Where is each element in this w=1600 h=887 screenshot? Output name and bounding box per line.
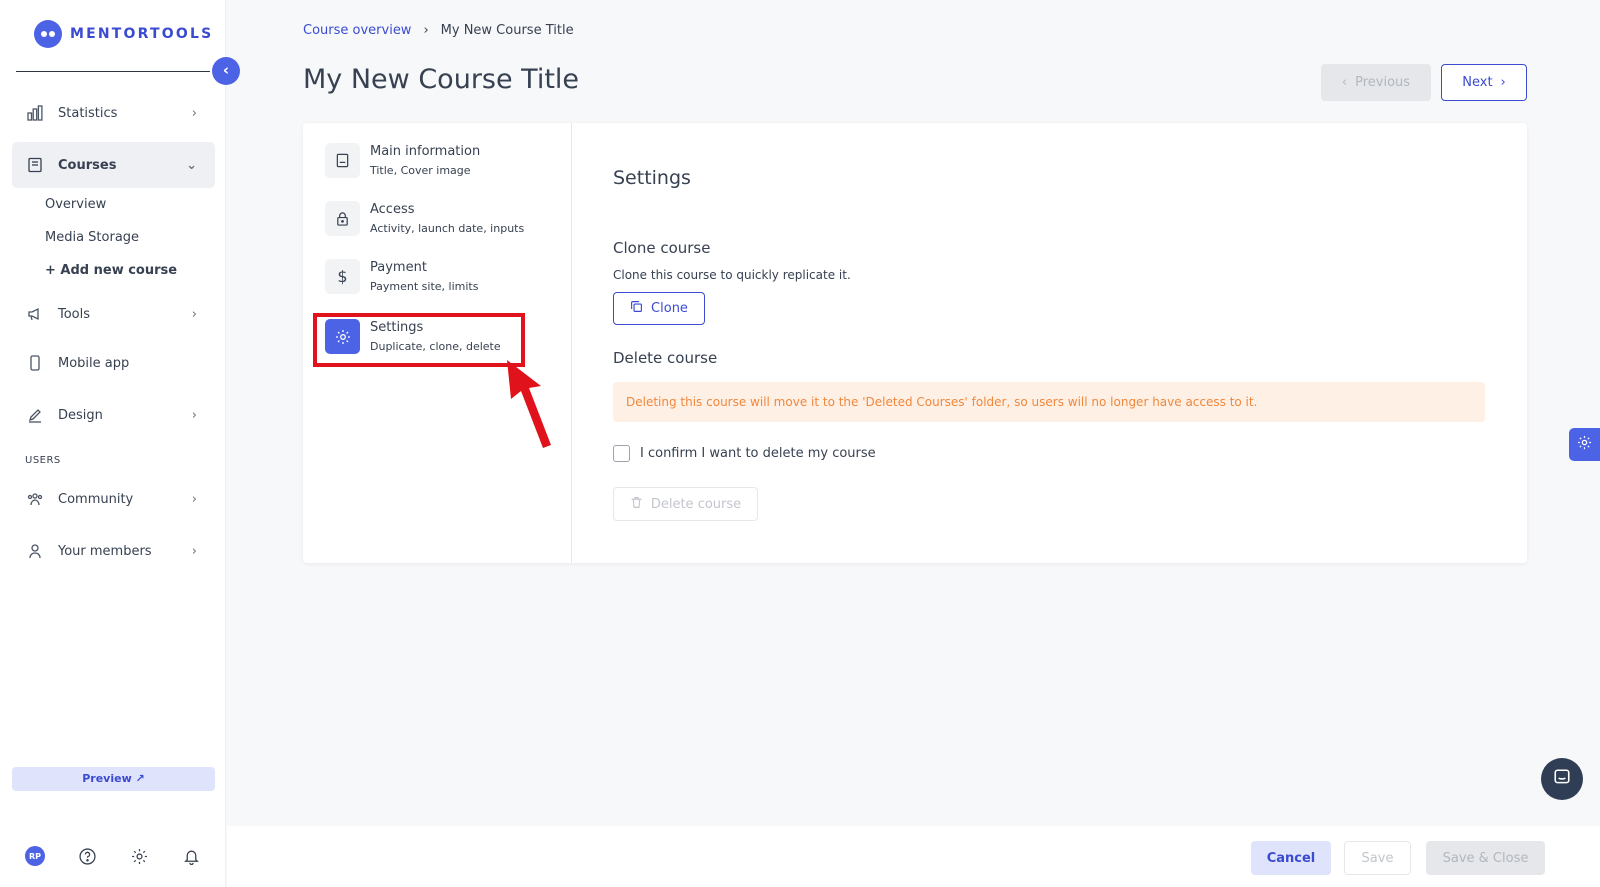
step-access[interactable]: Access Activity, launch date, inputs (325, 201, 524, 236)
collapse-sidebar-button[interactable]: ‹ (212, 57, 240, 85)
step-subtitle: Payment site, limits (370, 280, 479, 293)
step-subtitle: Activity, launch date, inputs (370, 222, 525, 235)
person-icon (26, 542, 44, 560)
step-title: Access (370, 202, 415, 217)
sidebar-subitem-media-storage[interactable]: Media Storage (45, 230, 139, 245)
chevron-left-icon: ‹ (222, 61, 230, 79)
highlight-box (313, 313, 525, 367)
sidebar-item-your-members[interactable]: Your members › (12, 528, 215, 574)
sidebar: MENTORTOOLS Statistics › Courses ⌄ Overv… (0, 0, 226, 887)
clone-description: Clone this course to quickly replicate i… (613, 268, 851, 282)
chevron-right-icon: › (191, 306, 197, 322)
preview-button[interactable]: Preview ↗ (12, 767, 215, 791)
sidebar-bottom-toolbar: RP (25, 846, 233, 866)
delete-course-label: Delete course (650, 496, 742, 512)
document-icon (325, 143, 360, 178)
next-label: Next (1462, 75, 1493, 90)
chat-icon (1553, 768, 1571, 790)
brand-name: MENTORTOOLS (70, 26, 214, 42)
book-icon (26, 156, 44, 174)
save-close-button[interactable]: Save & Close (1426, 841, 1545, 875)
sidebar-divider (16, 71, 210, 72)
chat-support-button[interactable] (1541, 758, 1583, 800)
sidebar-item-label: Your members (58, 543, 152, 559)
page-title: My New Course Title (303, 64, 580, 95)
card-divider (571, 123, 572, 563)
delete-confirmation[interactable]: I confirm I want to delete my course (613, 445, 876, 462)
sidebar-subitem-add-course[interactable]: + Add new course (45, 263, 177, 278)
delete-course-button[interactable]: Delete course (613, 487, 758, 521)
step-payment[interactable]: $ Payment Payment site, limits (325, 259, 478, 294)
settings-title: Settings (613, 167, 691, 189)
avatar-button[interactable]: RP (25, 846, 45, 866)
sidebar-item-tools[interactable]: Tools › (12, 291, 215, 337)
previous-label: Previous (1355, 75, 1411, 90)
copy-icon (630, 300, 643, 317)
chevron-right-icon: › (191, 105, 197, 121)
next-button[interactable]: Next › (1441, 64, 1527, 101)
trash-icon (630, 496, 643, 513)
sidebar-item-label: Community (58, 491, 134, 507)
step-subtitle: Title, Cover image (370, 164, 471, 177)
step-title: Main information (370, 144, 481, 159)
phone-icon (26, 354, 44, 372)
chevron-right-icon: › (191, 543, 197, 559)
sidebar-item-label: Courses (58, 157, 117, 173)
clone-button[interactable]: Clone (613, 292, 705, 325)
breadcrumb: Course overview › My New Course Title (303, 23, 574, 38)
help-icon[interactable] (77, 846, 97, 866)
sidebar-item-label: Mobile app (58, 355, 130, 371)
breadcrumb-current: My New Course Title (440, 23, 574, 38)
chevron-right-icon: › (1500, 75, 1506, 90)
step-main-information[interactable]: Main information Title, Cover image (325, 143, 480, 178)
chevron-right-icon: › (191, 407, 197, 423)
sidebar-item-design[interactable]: Design › (12, 392, 215, 438)
sidebar-item-statistics[interactable]: Statistics › (12, 90, 215, 136)
clone-label: Clone (651, 301, 688, 316)
bell-icon[interactable] (181, 846, 201, 866)
sidebar-item-courses[interactable]: Courses ⌄ (12, 142, 215, 188)
sidebar-item-label: Statistics (58, 105, 118, 121)
people-icon (26, 490, 44, 508)
delete-warning: Deleting this course will move it to the… (613, 382, 1485, 422)
logo[interactable]: MENTORTOOLS (34, 20, 213, 48)
cancel-button[interactable]: Cancel (1251, 841, 1331, 875)
sidebar-subitem-overview[interactable]: Overview (45, 197, 106, 212)
confirm-delete-checkbox[interactable] (613, 445, 630, 462)
sidebar-item-label: Tools (58, 306, 91, 322)
chevron-down-icon: ⌄ (186, 157, 197, 173)
step-title: Payment (370, 260, 427, 275)
chevron-right-icon: › (423, 23, 429, 38)
bar-chart-icon (26, 104, 44, 122)
red-arrow-annotation (507, 360, 551, 448)
mentortools-logo-icon (34, 20, 62, 48)
sidebar-item-community[interactable]: Community › (12, 476, 215, 522)
sidebar-item-label: Design (58, 407, 103, 423)
delete-heading: Delete course (613, 349, 718, 367)
sidebar-item-mobile-app[interactable]: Mobile app (12, 340, 215, 386)
side-settings-tab[interactable] (1569, 428, 1600, 461)
dollar-icon: $ (325, 259, 360, 294)
confirm-delete-label: I confirm I want to delete my course (640, 446, 876, 461)
gear-icon (1577, 435, 1592, 454)
avatar: RP (25, 846, 45, 866)
chevron-left-icon: ‹ (1341, 75, 1348, 90)
lock-icon (325, 201, 360, 236)
megaphone-icon (26, 305, 44, 323)
previous-button[interactable]: ‹ Previous (1321, 64, 1431, 101)
pencil-icon (26, 406, 44, 424)
clone-heading: Clone course (613, 239, 711, 257)
breadcrumb-link-course-overview[interactable]: Course overview (303, 23, 411, 38)
save-button[interactable]: Save (1344, 841, 1411, 875)
chevron-right-icon: › (191, 491, 197, 507)
section-label-users: USERS (25, 455, 61, 466)
gear-icon[interactable] (129, 846, 149, 866)
